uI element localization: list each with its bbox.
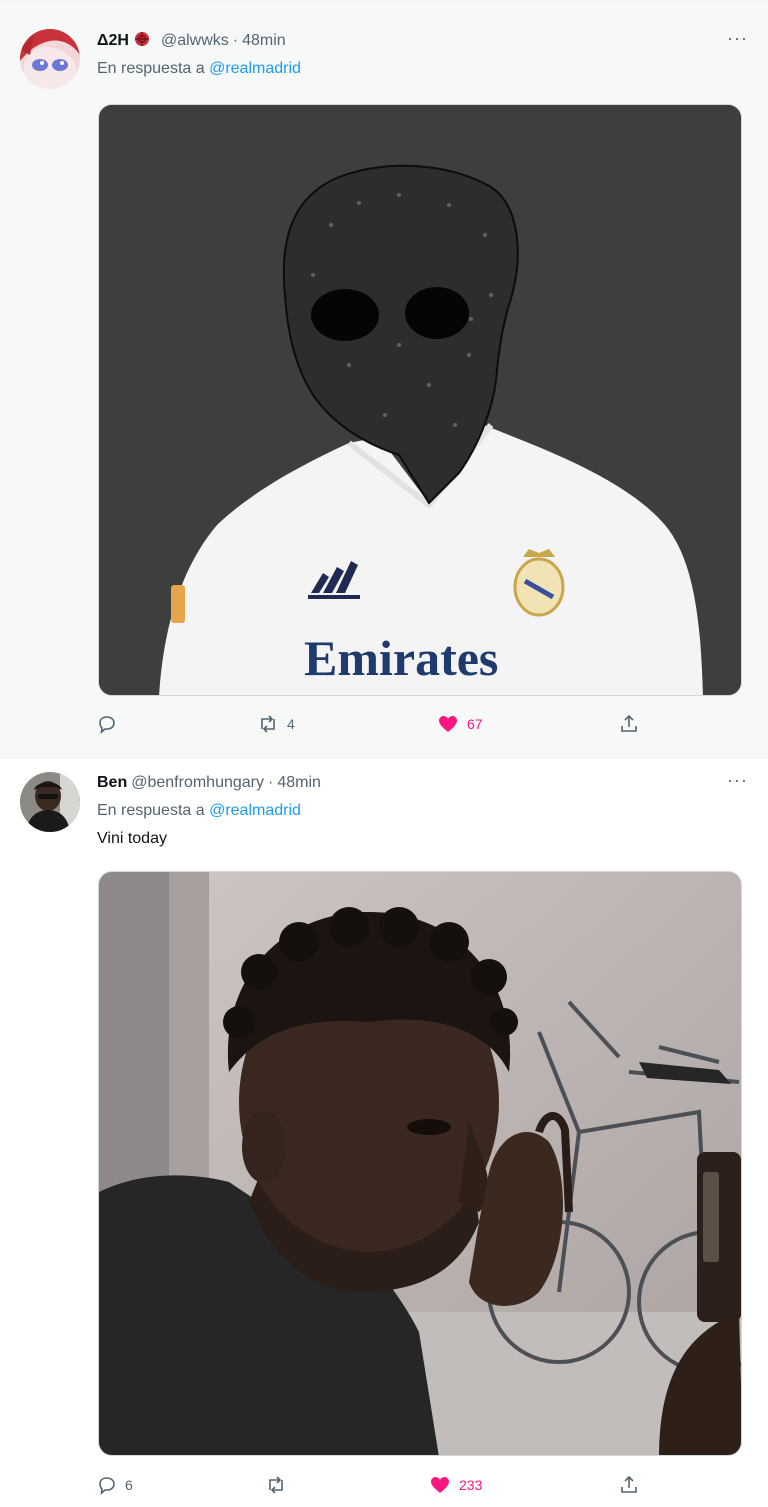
display-name[interactable]: Ben — [97, 774, 127, 792]
reply-mention-link[interactable]: @realmadrid — [209, 802, 301, 819]
retweet-button[interactable] — [265, 1470, 295, 1500]
share-button[interactable] — [619, 1470, 639, 1500]
reply-count: 6 — [125, 1477, 133, 1493]
tweet-header: Δ2H @alwwks · 48min ··· — [97, 29, 748, 53]
like-count: 233 — [459, 1477, 483, 1493]
like-count: 67 — [467, 716, 483, 732]
separator-dot: · — [268, 774, 274, 791]
avatar[interactable] — [20, 29, 80, 89]
reply-prefix: En respuesta a — [97, 60, 205, 77]
timestamp[interactable]: 48min — [242, 32, 286, 50]
tweet[interactable]: Ben @benfromhungary · 48min ··· En respu… — [0, 757, 768, 1507]
reply-icon — [97, 714, 117, 734]
more-icon[interactable]: ··· — [727, 29, 748, 47]
more-icon[interactable]: ··· — [727, 771, 748, 789]
like-icon — [429, 1475, 451, 1495]
tweet-media-image[interactable] — [98, 871, 742, 1456]
like-icon — [437, 714, 459, 734]
reply-mention-link[interactable]: @realmadrid — [209, 60, 301, 77]
share-icon — [619, 714, 639, 734]
reply-prefix: En respuesta a — [97, 802, 205, 819]
avatar[interactable] — [20, 772, 80, 832]
share-icon — [619, 1475, 639, 1495]
tweet[interactable]: Δ2H @alwwks · 48min ··· En respuesta a @… — [0, 0, 768, 757]
tweet-header: Ben @benfromhungary · 48min ··· — [97, 771, 748, 795]
reply-context: En respuesta a @realmadrid — [97, 60, 301, 78]
tweet-media-image[interactable]: Emirates — [98, 104, 742, 696]
reply-button[interactable] — [97, 709, 125, 739]
like-button[interactable]: 233 — [429, 1470, 482, 1500]
retweet-icon — [257, 714, 279, 734]
display-name[interactable]: Δ2H — [97, 32, 129, 50]
reply-button[interactable]: 6 — [97, 1470, 133, 1500]
user-handle[interactable]: @benfromhungary — [131, 774, 264, 792]
timestamp[interactable]: 48min — [277, 774, 321, 792]
reply-icon — [97, 1475, 117, 1495]
red-emblem-icon — [133, 30, 151, 53]
user-handle[interactable]: @alwwks — [161, 32, 229, 50]
tweet-actions: 4 67 — [97, 709, 748, 739]
retweet-button[interactable]: 4 — [257, 709, 295, 739]
share-button[interactable] — [619, 709, 639, 739]
separator-dot: · — [232, 32, 239, 49]
tweet-actions: 6 233 — [97, 1470, 748, 1500]
retweet-icon — [265, 1475, 287, 1495]
tweet-text: Vini today — [97, 830, 167, 847]
retweet-count: 4 — [287, 716, 295, 732]
jersey-sponsor-text: Emirates — [304, 630, 498, 686]
like-button[interactable]: 67 — [437, 709, 483, 739]
reply-context: En respuesta a @realmadrid — [97, 802, 301, 820]
